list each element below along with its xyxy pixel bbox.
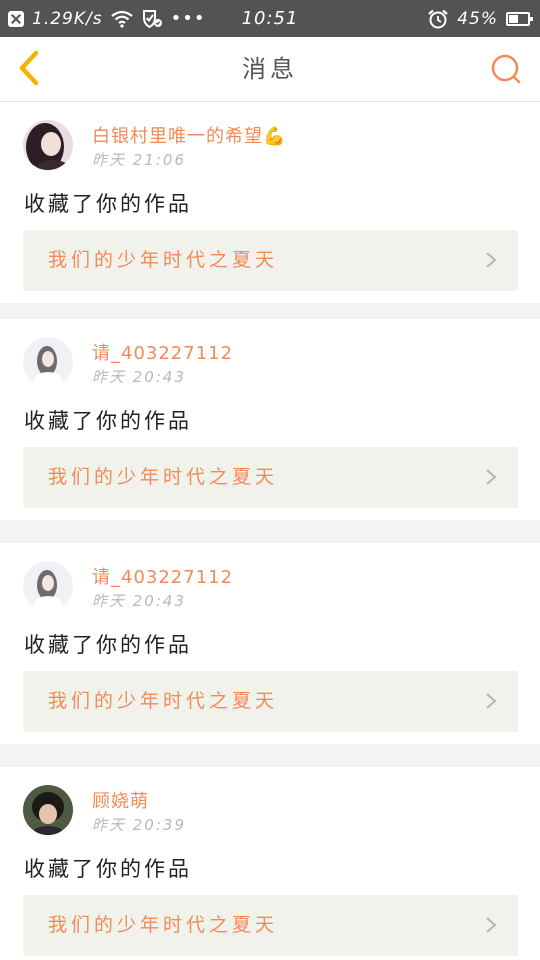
- battery-icon: [506, 11, 533, 26]
- chevron-right-icon: [486, 252, 497, 268]
- top-bar: 消息: [0, 37, 540, 102]
- notification-card: 请_403227112 昨天 20:43 收藏了你的作品 我们的少年时代之夏天: [0, 543, 540, 744]
- status-right: 45%: [427, 0, 533, 37]
- work-title: 我们的少年时代之夏天: [48, 914, 279, 936]
- avatar[interactable]: [23, 120, 73, 170]
- flexed-arm-emoji: 💪: [263, 126, 287, 147]
- username[interactable]: 请_403227112: [92, 563, 233, 589]
- action-text: 收藏了你的作品: [24, 857, 192, 881]
- notification-card: 白银村里唯一的希望💪 昨天 21:06 收藏了你的作品 我们的少年时代之夏天: [0, 102, 540, 303]
- username-text: 白银村里唯一的希望: [92, 126, 263, 147]
- timestamp: 昨天 21:06: [92, 151, 186, 169]
- action-text: 收藏了你的作品: [24, 192, 192, 216]
- username-text: 顾娆萌: [92, 791, 149, 812]
- work-link[interactable]: 我们的少年时代之夏天: [23, 895, 518, 956]
- status-bar: 1.29K/s ••• 10:51 45%: [0, 0, 540, 37]
- action-text: 收藏了你的作品: [24, 409, 192, 433]
- timestamp: 昨天 20:39: [92, 816, 186, 834]
- page-title: 消息: [242, 55, 298, 83]
- search-button[interactable]: [488, 51, 524, 87]
- username[interactable]: 请_403227112: [92, 339, 233, 365]
- work-title: 我们的少年时代之夏天: [48, 249, 279, 271]
- username-text: 请_403227112: [92, 567, 234, 588]
- avatar[interactable]: [23, 337, 73, 387]
- avatar[interactable]: [23, 561, 73, 611]
- search-icon: [491, 54, 521, 84]
- chevron-right-icon: [486, 917, 497, 933]
- avatar[interactable]: [23, 785, 73, 835]
- username[interactable]: 顾娆萌: [92, 787, 149, 813]
- work-title: 我们的少年时代之夏天: [48, 690, 279, 712]
- username-text: 请_403227112: [92, 343, 234, 364]
- battery-percent: 45%: [457, 8, 498, 29]
- work-link[interactable]: 我们的少年时代之夏天: [23, 447, 518, 508]
- notification-card: 请_403227112 昨天 20:43 收藏了你的作品 我们的少年时代之夏天: [0, 319, 540, 520]
- username[interactable]: 白银村里唯一的希望💪: [92, 122, 286, 148]
- timestamp: 昨天 20:43: [92, 368, 186, 386]
- notification-card: 顾娆萌 昨天 20:39 收藏了你的作品 我们的少年时代之夏天: [0, 767, 540, 960]
- alarm-icon: [428, 9, 448, 28]
- timestamp: 昨天 20:43: [92, 592, 186, 610]
- work-link[interactable]: 我们的少年时代之夏天: [23, 671, 518, 732]
- work-title: 我们的少年时代之夏天: [48, 466, 279, 488]
- chevron-right-icon: [486, 693, 497, 709]
- chevron-right-icon: [486, 469, 497, 485]
- work-link[interactable]: 我们的少年时代之夏天: [23, 230, 518, 291]
- action-text: 收藏了你的作品: [24, 633, 192, 657]
